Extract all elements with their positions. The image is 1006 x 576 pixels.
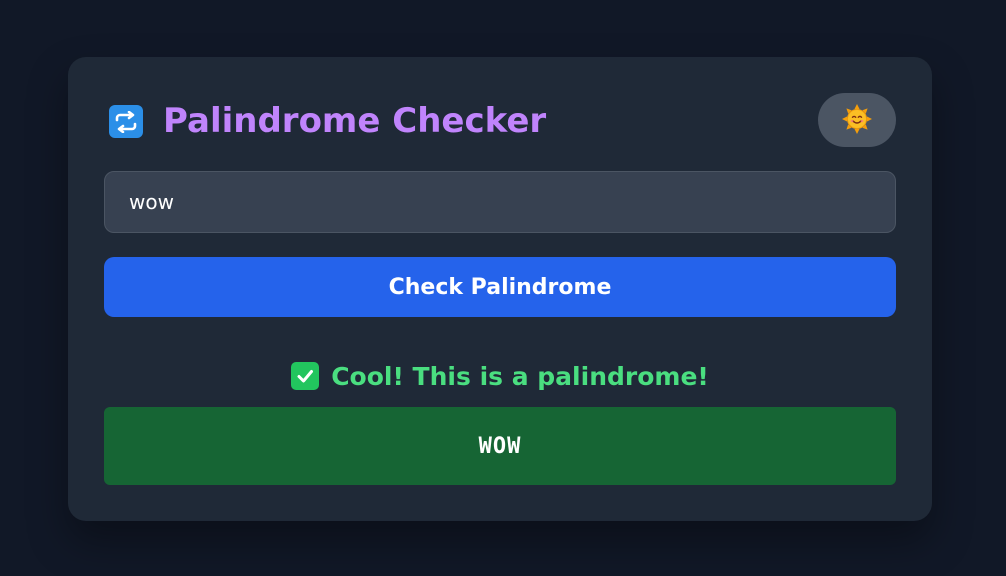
check-palindrome-button[interactable]: Check Palindrome: [104, 257, 896, 317]
palindrome-card: Palindrome Checker wow Check Palindrome …: [68, 57, 932, 521]
repeat-arrows-icon: [109, 105, 143, 138]
page-title: Palindrome Checker: [163, 101, 547, 141]
theme-toggle-button[interactable]: [818, 93, 896, 147]
result-text: Cool! This is a palindrome!: [331, 361, 709, 391]
palindrome-input[interactable]: [104, 171, 896, 233]
check-mark-icon: [291, 362, 320, 390]
sun-face-icon: [841, 103, 873, 138]
reversed-output-box: WOW: [104, 407, 896, 485]
result-message: Cool! This is a palindrome!: [104, 357, 896, 395]
card-header: Palindrome Checker: [104, 93, 896, 147]
text-input-wrapper: [104, 171, 896, 233]
reversed-text: WOW: [478, 433, 522, 459]
